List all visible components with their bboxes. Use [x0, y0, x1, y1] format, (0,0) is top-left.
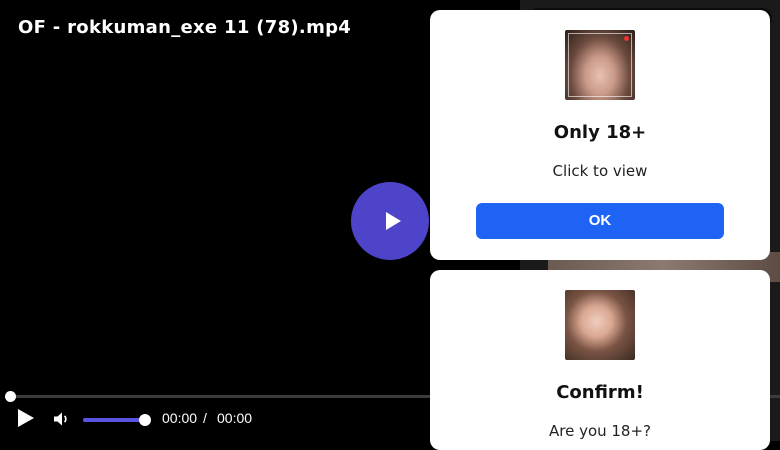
seek-handle[interactable] — [5, 391, 16, 402]
popup-text: Are you 18+? — [548, 422, 652, 440]
popup-title: Confirm! — [556, 382, 644, 403]
time-separator: / — [203, 410, 207, 426]
camera-frame — [568, 33, 632, 97]
big-play-button[interactable] — [351, 182, 429, 260]
volume-level — [83, 418, 145, 422]
current-time: 00:00 — [162, 410, 198, 426]
record-dot-icon — [624, 36, 629, 41]
ok-button[interactable]: OK — [476, 203, 724, 239]
age-popup-2[interactable]: Confirm! Are you 18+? — [430, 270, 770, 450]
volume-handle[interactable] — [139, 414, 151, 426]
volume-icon[interactable] — [52, 410, 70, 428]
age-popup-1[interactable]: Only 18+ Click to view OK — [430, 10, 770, 260]
duration: 00:00 — [217, 410, 253, 426]
video-title: OF - rokkuman_exe 11 (78).mp4 — [18, 17, 352, 38]
play-button[interactable] — [18, 409, 34, 427]
adult-thumbnail-icon — [565, 30, 635, 100]
volume-slider[interactable] — [83, 414, 151, 426]
adult-thumbnail-icon — [565, 290, 635, 360]
play-icon — [386, 212, 401, 230]
popup-title: Only 18+ — [553, 122, 647, 143]
popup-text: Click to view — [552, 162, 648, 180]
